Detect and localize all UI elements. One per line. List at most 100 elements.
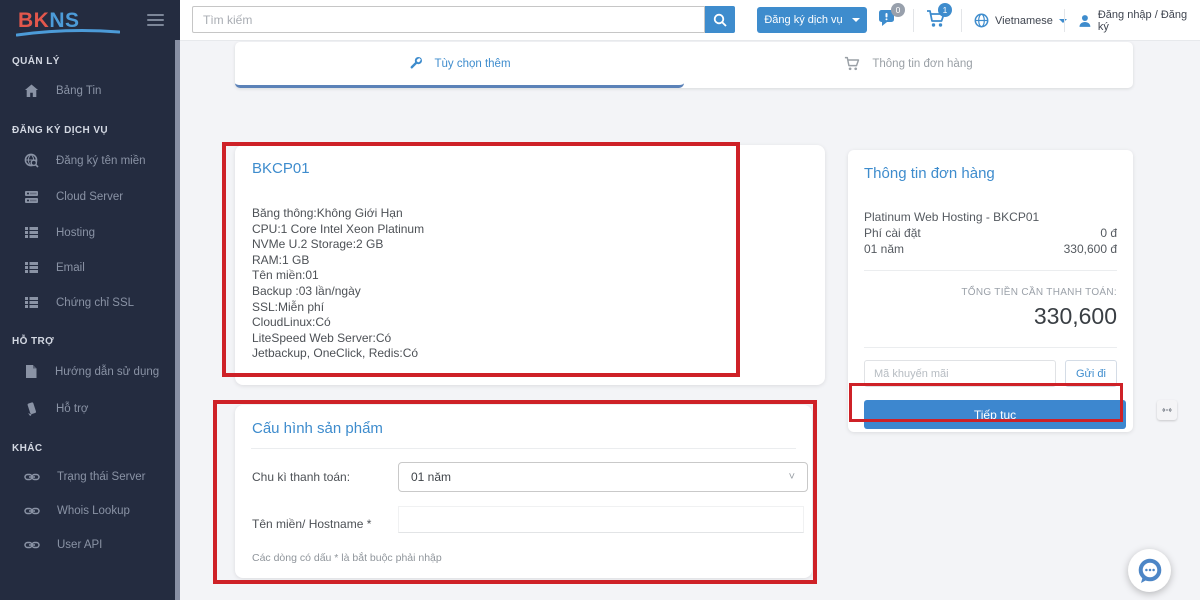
sidebar-item-chung-chi-ssl[interactable]: Chứng chỉ SSL bbox=[0, 285, 180, 320]
total-value: 330,600 bbox=[864, 303, 1117, 330]
sidebar-section-quan-ly: QUẢN LÝ bbox=[0, 40, 180, 73]
sidebar-item-user-api[interactable]: User API bbox=[0, 528, 180, 562]
sidebar-item-label: User API bbox=[57, 539, 102, 551]
continue-button[interactable]: Tiếp tục bbox=[864, 400, 1126, 429]
divider bbox=[864, 270, 1117, 271]
sidebar-item-label: Hỗ trợ bbox=[56, 403, 88, 415]
sidebar-item-label: Chứng chỉ SSL bbox=[56, 297, 134, 309]
product-specs: Băng thông:Không Giới Hạn CPU:1 Core Int… bbox=[235, 177, 825, 362]
config-heading: Cấu hình sản phẩm bbox=[235, 405, 812, 437]
search-input[interactable] bbox=[192, 6, 705, 33]
tab-tuy-chon-them[interactable]: Tùy chọn thêm bbox=[235, 42, 684, 88]
search-button[interactable] bbox=[705, 6, 735, 33]
divider bbox=[961, 9, 962, 32]
collapse-icon bbox=[1161, 404, 1173, 416]
link-icon bbox=[24, 540, 40, 550]
domain-search-icon bbox=[24, 153, 39, 168]
spec-line: CloudLinux:Có bbox=[252, 315, 808, 331]
sidebar-item-trang-thai-server[interactable]: Trạng thái Server bbox=[0, 460, 180, 494]
order-row-setup-fee: Phí cài đặt 0 đ bbox=[864, 225, 1117, 241]
product-config-card: Cấu hình sản phẩm Chu kì thanh toán: 01 … bbox=[235, 405, 812, 578]
live-chat-button[interactable] bbox=[1128, 549, 1171, 592]
sidebar-section-khac: KHÁC bbox=[0, 427, 180, 460]
list-icon bbox=[24, 261, 39, 274]
spec-line: SSL:Miễn phí bbox=[252, 300, 808, 316]
chevron-down-icon: ˅ bbox=[789, 471, 795, 483]
divider bbox=[1064, 9, 1065, 32]
billing-cycle-label: Chu kì thanh toán: bbox=[252, 470, 350, 484]
sidebar-item-huong-dan[interactable]: Hướng dẫn sử dụng bbox=[0, 353, 180, 390]
login-label: Đăng nhập / Đăng ký bbox=[1098, 9, 1200, 33]
sidebar-scrollbar[interactable] bbox=[175, 40, 180, 600]
promo-code-input[interactable] bbox=[864, 360, 1056, 387]
menu-toggle-icon[interactable] bbox=[147, 11, 164, 29]
bkns-logo[interactable]: BKNS bbox=[18, 10, 80, 31]
billing-cycle-value: 01 năm bbox=[411, 470, 451, 484]
wrench-icon bbox=[408, 56, 423, 71]
sidebar-item-ho-tro[interactable]: Hỗ trợ bbox=[0, 390, 180, 427]
sidebar-item-label: Đăng ký tên miền bbox=[56, 155, 146, 167]
collapse-handle[interactable] bbox=[1157, 400, 1177, 420]
logo-swoosh bbox=[16, 29, 120, 37]
checkout-tabs: Tùy chọn thêm Thông tin đơn hàng bbox=[235, 42, 1133, 88]
tab-label: Thông tin đơn hàng bbox=[872, 58, 972, 70]
sidebar-item-hosting[interactable]: Hosting bbox=[0, 215, 180, 250]
sidebar-section-dang-ky: ĐĂNG KÝ DỊCH VỤ bbox=[0, 109, 180, 142]
list-icon bbox=[24, 226, 39, 239]
sidebar-section-ho-tro: HỖ TRỢ bbox=[0, 320, 180, 353]
link-icon bbox=[24, 472, 40, 482]
sidebar: BKNS QUẢN LÝ Bảng Tin ĐĂNG KÝ DỊCH VỤ Đă… bbox=[0, 0, 180, 600]
total-label: TỔNG TIỀN CẦN THANH TOÁN: bbox=[864, 287, 1117, 298]
billing-cycle-select[interactable]: 01 năm ˅ bbox=[398, 462, 808, 492]
order-product-name: Platinum Web Hosting - BKCP01 bbox=[864, 209, 1117, 225]
sidebar-item-label: Email bbox=[56, 262, 85, 274]
sidebar-item-whois-lookup[interactable]: Whois Lookup bbox=[0, 494, 180, 528]
notifications-badge: 0 bbox=[891, 3, 905, 17]
divider bbox=[864, 347, 1117, 348]
order-row-term: 01 năm 330,600 đ bbox=[864, 241, 1117, 257]
login-link[interactable]: Đăng nhập / Đăng ký bbox=[1078, 0, 1200, 41]
server-icon bbox=[24, 190, 39, 204]
order-row-value: 0 đ bbox=[1100, 225, 1117, 241]
register-service-button[interactable]: Đăng ký dịch vụ bbox=[757, 7, 867, 33]
cart-badge: 1 bbox=[938, 3, 952, 17]
spec-line: Tên miền:01 bbox=[252, 268, 808, 284]
chevron-down-icon bbox=[1059, 19, 1067, 23]
spec-line: NVMe U.2 Storage:2 GB bbox=[252, 237, 808, 253]
spec-line: Băng thông:Không Giới Hạn bbox=[252, 206, 808, 222]
spec-line: Backup :03 lần/ngày bbox=[252, 284, 808, 300]
promo-submit-button[interactable]: Gửi đi bbox=[1065, 360, 1117, 387]
list-icon bbox=[24, 296, 39, 309]
product-card: BKCP01 Băng thông:Không Giới Hạn CPU:1 C… bbox=[235, 145, 825, 385]
sidebar-item-email[interactable]: Email bbox=[0, 250, 180, 285]
sidebar-item-dang-ky-ten-mien[interactable]: Đăng ký tên miền bbox=[0, 142, 180, 179]
support-icon bbox=[24, 401, 39, 416]
product-title: BKCP01 bbox=[235, 145, 825, 177]
spec-line: CPU:1 Core Intel Xeon Platinum bbox=[252, 222, 808, 238]
sidebar-item-label: Trạng thái Server bbox=[57, 471, 145, 483]
order-row-label: 01 năm bbox=[864, 241, 904, 257]
spec-line: LiteSpeed Web Server:Có bbox=[252, 331, 808, 347]
order-row-value: 330,600 đ bbox=[1064, 241, 1117, 257]
cart-icon bbox=[844, 56, 861, 72]
user-icon bbox=[1078, 14, 1092, 28]
document-icon bbox=[24, 364, 38, 379]
chat-bubble-icon bbox=[1135, 556, 1165, 586]
tab-thong-tin-don-hang[interactable]: Thông tin đơn hàng bbox=[684, 42, 1133, 88]
sidebar-item-cloud-server[interactable]: Cloud Server bbox=[0, 179, 180, 215]
tab-label: Tùy chọn thêm bbox=[434, 58, 510, 70]
search-icon bbox=[713, 13, 727, 27]
sidebar-item-label: Cloud Server bbox=[56, 191, 123, 203]
globe-icon bbox=[974, 13, 989, 28]
sidebar-item-label: Whois Lookup bbox=[57, 505, 130, 517]
topbar: Đăng ký dịch vụ 0 1 Vietnamese Đăng nhập… bbox=[180, 0, 1200, 41]
chevron-down-icon bbox=[852, 18, 860, 22]
language-selector[interactable]: Vietnamese bbox=[974, 0, 1067, 41]
hostname-input[interactable] bbox=[398, 506, 804, 533]
sidebar-item-label: Hosting bbox=[56, 227, 95, 239]
home-icon bbox=[24, 84, 39, 98]
order-summary-card: Thông tin đơn hàng Platinum Web Hosting … bbox=[848, 150, 1133, 432]
sidebar-item-bang-tin[interactable]: Bảng Tin bbox=[0, 73, 180, 109]
link-icon bbox=[24, 506, 40, 516]
required-fields-note: Các dòng có dấu * là bắt buộc phải nhập bbox=[252, 552, 442, 564]
